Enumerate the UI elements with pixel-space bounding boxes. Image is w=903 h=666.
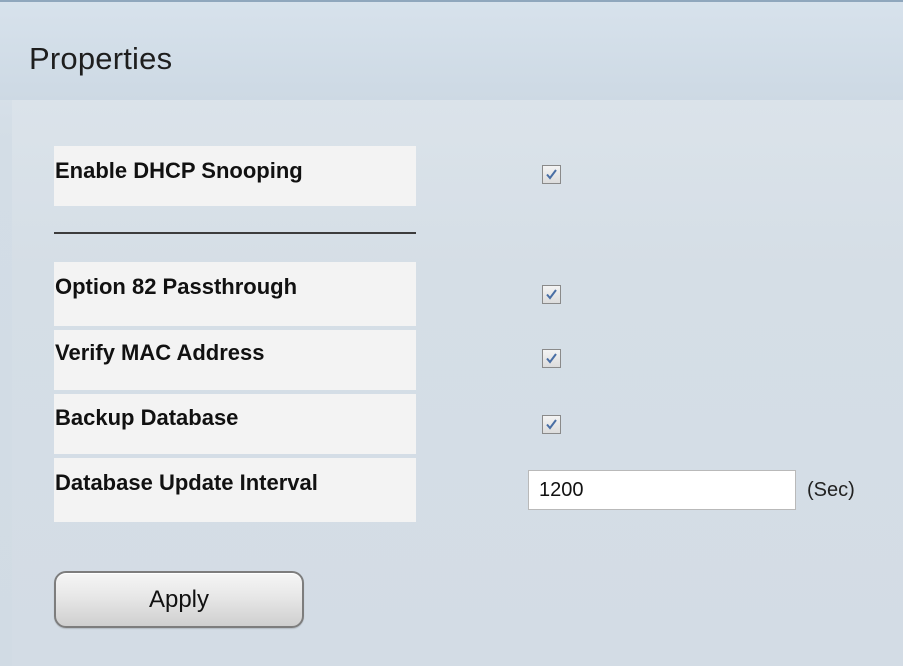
backup-database-label: Backup Database — [55, 405, 239, 430]
checkmark-icon — [546, 353, 557, 364]
verify-mac-address-label: Verify MAC Address — [55, 340, 265, 365]
checkmark-icon — [546, 169, 557, 180]
checkmark-icon — [546, 289, 557, 300]
page-title: Properties — [29, 41, 173, 76]
page-header: Properties — [0, 2, 903, 100]
database-update-interval-input[interactable] — [528, 470, 796, 510]
enable-dhcp-snooping-label: Enable DHCP Snooping — [55, 158, 303, 183]
interval-unit-label: (Sec) — [807, 479, 855, 501]
apply-button[interactable]: Apply — [54, 571, 304, 628]
option82-passthrough-label: Option 82 Passthrough — [55, 274, 298, 299]
option82-passthrough-checkbox[interactable] — [542, 285, 561, 304]
backup-database-checkbox[interactable] — [542, 415, 561, 434]
enable-dhcp-snooping-checkbox[interactable] — [542, 165, 561, 184]
dhcp-snooping-properties-window: Properties Enable DHCP Snooping Option 8… — [0, 0, 903, 666]
section-divider — [54, 232, 416, 234]
database-update-interval-label: Database Update Interval — [55, 470, 318, 495]
verify-mac-address-checkbox[interactable] — [542, 349, 561, 368]
checkmark-icon — [546, 419, 557, 430]
